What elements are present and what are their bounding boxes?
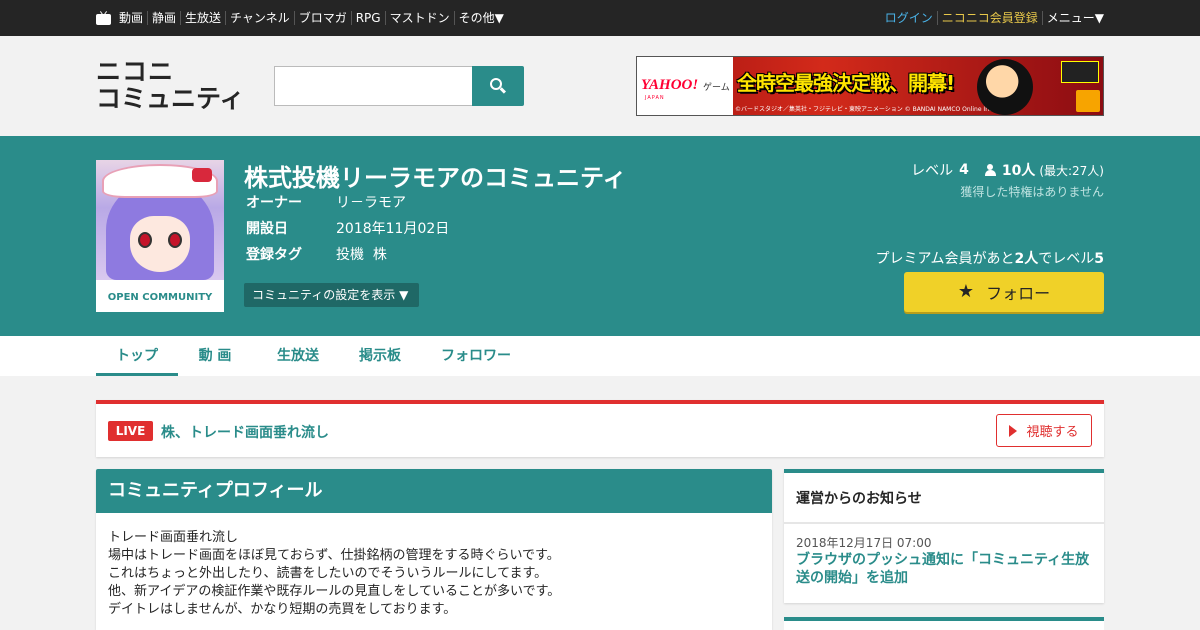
- profile-line: これはちょっと外出したり、読書をしたいのでそういうルールにしてます。: [108, 566, 548, 581]
- nav-item-mastodon[interactable]: マストドン: [384, 11, 454, 25]
- tag-links[interactable]: 投機 株: [336, 244, 387, 264]
- notice-date: 2018年12月17日 07:00: [796, 536, 932, 550]
- community-level: 4: [959, 162, 969, 178]
- ad-character-image: [977, 59, 1033, 115]
- star-icon: ★: [957, 281, 975, 302]
- divider: [784, 522, 1104, 524]
- premium-level-text: プレミアム会員があと2人でレベル5: [875, 251, 1104, 267]
- live-badge: LIVE: [108, 421, 153, 441]
- community-tabs: トップ 動 画 生放送 掲示板 フォロワー: [0, 336, 1200, 376]
- notice-link[interactable]: ブラウザのプッシュ通知に「コミュニティ生放送の開始」を追加: [796, 551, 1096, 587]
- nav-item-seiga[interactable]: 静画: [147, 11, 180, 25]
- watch-button[interactable]: 視聴する: [996, 414, 1092, 447]
- profile-line: 他、新アイデアの検証作業や既存ルールの見直しをしていることが多いです。: [108, 584, 561, 599]
- tab-live[interactable]: 生放送: [258, 336, 338, 376]
- tab-bbs[interactable]: 掲示板: [340, 336, 420, 376]
- tab-video[interactable]: 動 画: [178, 336, 252, 376]
- tab-top[interactable]: トップ: [96, 336, 178, 376]
- live-title-link[interactable]: 株、トレード画面垂れ流し: [161, 422, 329, 442]
- niconico-tv-icon[interactable]: [96, 11, 111, 25]
- ad-game-logo: [1061, 61, 1099, 83]
- register-link[interactable]: ニコニコ会員登録: [936, 11, 1042, 25]
- profile-heading: コミュニティプロフィール: [96, 469, 772, 513]
- login-link[interactable]: ログイン: [881, 11, 937, 25]
- nav-item-live[interactable]: 生放送: [180, 11, 225, 25]
- global-nav: 動画 静画 生放送 チャンネル ブロマガ RPG マストドン その他▼ ログイン…: [0, 0, 1200, 36]
- community-avatar-image: [96, 160, 224, 280]
- nav-item-blomaga[interactable]: ブロマガ: [293, 11, 351, 25]
- site-header: ニコニ コミュニティ YAHOO! ゲーム JAPAN 全時空最強決定戦、開幕!…: [0, 36, 1200, 136]
- ad-banner[interactable]: YAHOO! ゲーム JAPAN 全時空最強決定戦、開幕! ©バードスタジオ／集…: [636, 56, 1104, 116]
- level-info: レベル 4 10人 (最大:27人): [911, 162, 1104, 179]
- profile-line: デイトレはしませんが、かなり短期の売買をしております。: [108, 602, 457, 617]
- owner-link[interactable]: リ－ラモア: [336, 192, 406, 212]
- community-settings-button[interactable]: コミュニティの設定を表示 ▼: [244, 283, 419, 307]
- live-bar: LIVE 株、トレード画面垂れ流し 視聴する: [96, 400, 1104, 457]
- follow-button[interactable]: ★ フォロー: [904, 272, 1104, 312]
- next-panel: [784, 617, 1104, 630]
- nav-item-rpg[interactable]: RPG: [350, 11, 385, 25]
- member-count: 10人: [1001, 163, 1036, 179]
- notice-panel: 運営からのお知らせ 2018年12月17日 07:00 ブラウザのプッシュ通知に…: [784, 469, 1104, 603]
- nav-item-channel[interactable]: チャンネル: [225, 11, 294, 25]
- user-icon: [984, 164, 996, 176]
- nav-item-others[interactable]: その他▼: [453, 11, 508, 25]
- yahoo-game-logo: YAHOO! ゲーム JAPAN: [637, 57, 733, 115]
- nicocommunity-logo[interactable]: ニコニ コミュニティ: [96, 58, 256, 112]
- menu-dropdown[interactable]: メニュー▼: [1041, 11, 1104, 25]
- search-input[interactable]: [274, 66, 473, 106]
- ad-copyright: ©バードスタジオ／集英社・フジテレビ・東映アニメーション © BANDAI NA…: [735, 106, 995, 113]
- search-button[interactable]: [472, 66, 524, 106]
- community-thumbnail[interactable]: OPEN COMMUNITY: [96, 160, 224, 312]
- community-title: 株式投機リーラモアのコミュニティ: [244, 164, 627, 192]
- community-profile-panel: コミュニティプロフィール トレード画面垂れ流し 場中はトレード画面をほぼ見ておら…: [96, 469, 772, 630]
- community-hero: OPEN COMMUNITY 株式投機リーラモアのコミュニティ オーナー リ－ラ…: [0, 136, 1200, 336]
- profile-body: トレード画面垂れ流し 場中はトレード画面をほぼ見ておらず、仕掛銘柄の管理をする時…: [108, 529, 560, 619]
- play-icon: [1009, 424, 1018, 437]
- profile-line: トレード画面垂れ流し: [108, 530, 239, 545]
- ad-headline: 全時空最強決定戦、開幕!: [737, 71, 955, 95]
- bandai-logo: [1076, 90, 1100, 112]
- profile-line: 場中はトレード画面をほぼ見ておらず、仕掛銘柄の管理をする時ぐらいです。: [108, 548, 560, 563]
- privilege-text: 獲得した特権はありません: [960, 185, 1104, 199]
- nav-item-video[interactable]: 動画: [117, 11, 147, 25]
- member-max: (最大:27人): [1039, 163, 1104, 178]
- tab-followers[interactable]: フォロワー: [424, 336, 528, 376]
- notice-heading: 運営からのお知らせ: [796, 491, 922, 507]
- open-community-label: OPEN COMMUNITY: [107, 292, 213, 303]
